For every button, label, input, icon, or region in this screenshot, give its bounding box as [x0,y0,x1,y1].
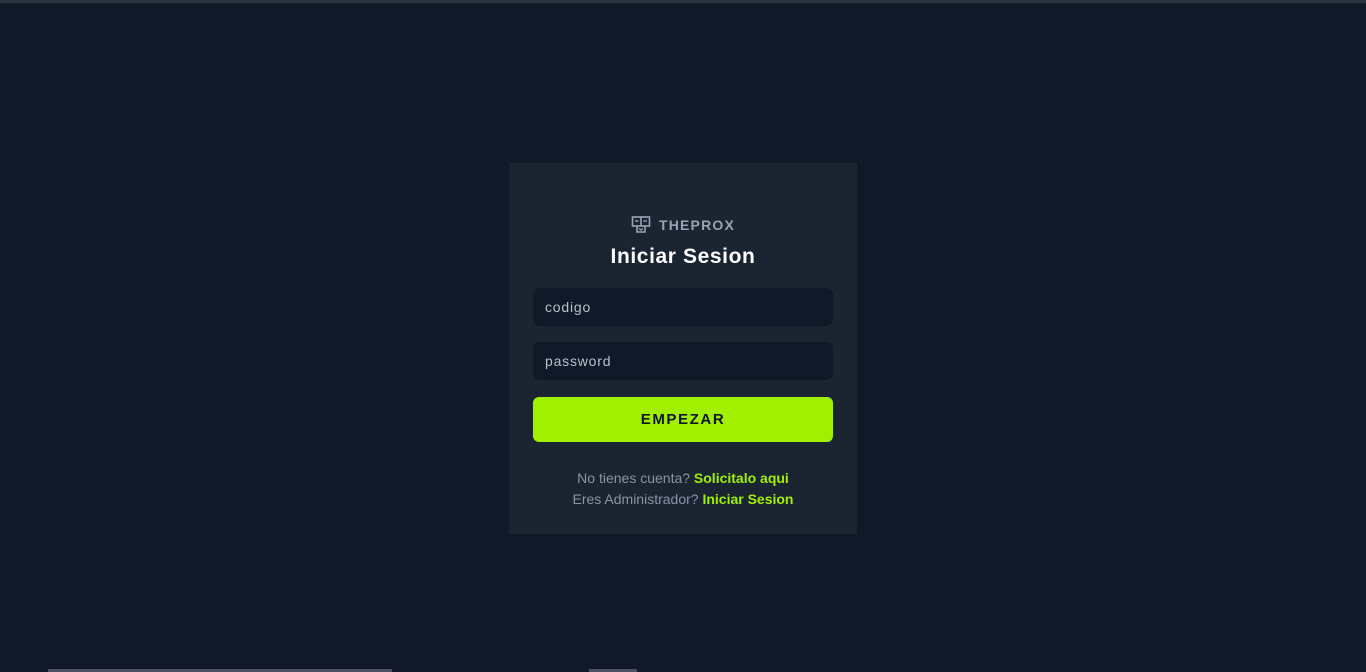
logo-icon [631,215,651,235]
brand: THEPROX [509,215,857,235]
no-account-text: No tienes cuenta? [577,470,691,486]
request-account-link[interactable]: Solicitalo aqui [694,470,789,486]
code-input[interactable] [533,288,833,326]
request-account-line: No tienes cuenta? Solicitalo aqui [509,468,857,489]
admin-login-link[interactable]: Iniciar Sesion [702,491,793,507]
account-links: No tienes cuenta? Solicitalo aqui Eres A… [509,468,857,510]
start-button[interactable]: EMPEZAR [533,397,833,442]
admin-login-line: Eres Administrador? Iniciar Sesion [509,489,857,510]
password-input[interactable] [533,342,833,380]
brand-name: THEPROX [658,217,736,233]
window-top-border [0,0,1366,3]
admin-question-text: Eres Administrador? [572,491,699,507]
login-card: THEPROX Iniciar Sesion EMPEZAR No tienes… [509,163,857,534]
page-title: Iniciar Sesion [610,245,756,268]
